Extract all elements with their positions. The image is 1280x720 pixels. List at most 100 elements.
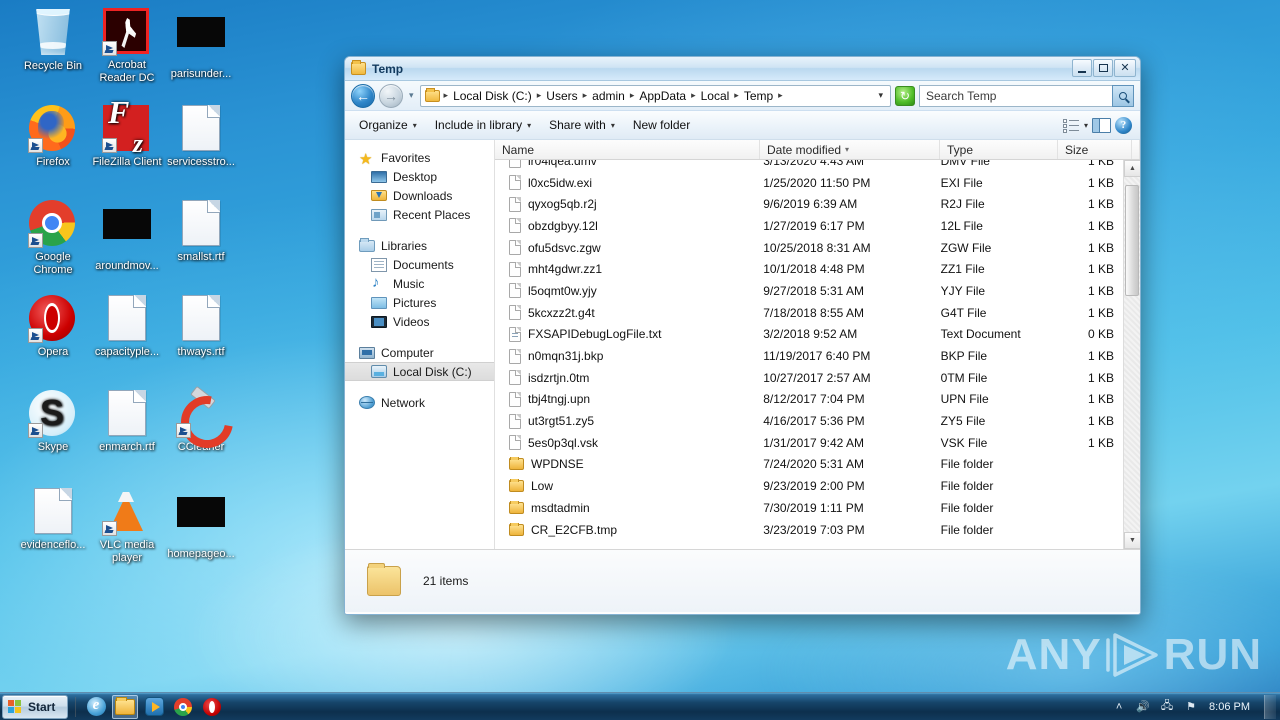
breadcrumb-item-0[interactable]: Local Disk (C:) [449,89,536,103]
desktop-icon-recycle-bin-icon[interactable]: Recycle Bin [16,8,90,73]
scroll-up-button[interactable]: ▲ [1124,160,1140,177]
search-icon[interactable] [1112,84,1134,107]
taskbar-item-google-chrome[interactable] [170,695,196,719]
desktop-icon-rtf-document-icon[interactable]: evidenceflo... [16,488,90,552]
file-row[interactable]: msdtadmin 7/30/2019 1:11 PM File folder [495,497,1123,519]
desktop-icon-rtf-document-icon[interactable]: smallst.rtf [164,200,238,264]
nav-group-favorites[interactable]: Favorites [345,148,494,168]
desktop-icon-black-thumbnail-icon[interactable]: parisunder... [164,8,238,81]
file-row[interactable]: CR_E2CFB.tmp 3/23/2019 7:03 PM File folder [495,519,1123,541]
show-desktop-button[interactable] [1264,694,1276,719]
desktop-icon-rtf-document-icon[interactable]: thways.rtf [164,295,238,359]
breadcrumb[interactable]: ▸ Local Disk (C:) ▸ Users ▸ admin ▸ AppD… [419,84,891,107]
breadcrumb-item-1[interactable]: Users [542,89,581,103]
organize-button[interactable]: Organize ▾ [351,114,425,136]
desktop-icon-rtf-document-icon[interactable]: capacityple... [90,295,164,359]
breadcrumb-item-2[interactable]: admin [588,89,629,103]
file-row[interactable]: obzdgbyy.12l 1/27/2019 6:17 PM 12L File 1 K… [495,215,1123,237]
desktop-icon-grid: Recycle Bin Acrobat Reader DC parisunder..… [0,0,240,690]
nav-group-computer[interactable]: Computer [345,343,494,362]
breadcrumb-item-4[interactable]: Local [697,89,734,103]
help-icon[interactable]: ? [1115,116,1132,134]
desktop-icon-black-thumbnail-icon[interactable]: homepageo... [164,488,238,561]
desktop-icon-acrobat-reader-icon[interactable]: Acrobat Reader DC [90,8,164,84]
desktop-icon-opera-icon[interactable]: Opera [16,295,90,359]
file-row[interactable]: WPDNSE 7/24/2020 5:31 AM File folder [495,454,1123,476]
close-button[interactable]: ✕ [1114,59,1136,77]
desktop-icon-firefox-icon[interactable]: Firefox [16,105,90,169]
nav-item-documents[interactable]: Documents [345,255,494,274]
view-chevron-down-icon[interactable]: ▾ [1084,121,1088,130]
desktop-icon-vlc-media-player-icon[interactable]: VLC media player [90,488,164,564]
nav-item-videos[interactable]: Videos [345,312,494,331]
breadcrumb-item-5[interactable]: Temp [740,89,777,103]
nav-item-pictures[interactable]: Pictures [345,293,494,312]
maximize-button[interactable] [1093,59,1113,77]
explorer-window[interactable]: Temp ✕ ← → ▾ ▸ Local Disk (C:) ▸ Users ▸… [344,56,1141,615]
preview-pane-icon[interactable] [1092,117,1111,133]
forward-button[interactable]: → [379,83,403,108]
file-row[interactable]: FXSAPIDebugLogFile.txt 3/2/2018 9:52 AM Te… [495,324,1123,346]
nav-item-desktop[interactable]: Desktop [345,167,494,186]
column-header-size[interactable]: Size [1058,140,1132,159]
taskbar-item-opera[interactable] [199,695,225,719]
desktop-icon-rtf-document-icon[interactable]: servicesstro... [164,105,238,169]
window-titlebar[interactable]: Temp ✕ [345,57,1140,81]
action-center-flag-icon[interactable]: ⚑ [1183,699,1199,715]
desktop-icon-ccleaner-icon[interactable]: CCleaner [164,390,238,454]
nav-group-libraries[interactable]: Libraries [345,236,494,255]
file-row[interactable]: n0mqn31j.bkp 11/19/2017 6:40 PM BKP File 1 … [495,345,1123,367]
include-in-library-button[interactable]: Include in library ▾ [427,114,539,136]
clock[interactable]: 8:06 PM [1207,701,1252,713]
volume-icon[interactable]: 🔊 [1135,699,1151,715]
network-icon[interactable]: 🖧 [1159,699,1175,715]
desktop-icon-skype-icon[interactable]: Skype [16,390,90,454]
desktop-icon-black-thumbnail-icon[interactable]: aroundmov... [90,200,164,273]
desktop-icon-google-chrome-icon[interactable]: Google Chrome [16,200,90,276]
nav-group-network[interactable]: Network [345,393,494,412]
show-hidden-icons-button[interactable]: ˄ [1111,699,1127,715]
refresh-button[interactable]: ↻ [895,85,915,106]
file-row[interactable]: ofu5dsvc.zgw 10/25/2018 8:31 AM ZGW File 1 … [495,237,1123,259]
rtf-document-icon [177,200,225,248]
minimize-button[interactable] [1072,59,1092,77]
breadcrumb-separator[interactable]: ▸ [777,90,784,101]
file-row[interactable]: mht4gdwr.zz1 10/1/2018 4:48 PM ZZ1 File 1 K… [495,258,1123,280]
taskbar-item-internet-explorer[interactable] [83,695,109,719]
breadcrumb-dropdown-icon[interactable]: ▾ [878,90,886,101]
breadcrumb-item-3[interactable]: AppData [635,89,690,103]
file-row[interactable]: qyxog5qb.r2j 9/6/2019 6:39 AM R2J File 1 KB [495,193,1123,215]
back-button[interactable]: ← [351,83,375,108]
file-row[interactable]: ut3rgt51.zy5 4/16/2017 5:36 PM ZY5 File 1 K… [495,410,1123,432]
file-row[interactable]: 5es0p3ql.vsk 1/31/2017 9:42 AM VSK File 1 K… [495,432,1123,454]
column-header-date-modified[interactable]: Date modified ▾ [760,140,940,159]
taskbar-item-windows-media-player[interactable] [141,695,167,719]
vertical-scrollbar[interactable]: ▲ ▼ [1123,160,1140,549]
taskbar-item-windows-explorer[interactable] [112,694,138,719]
scrollbar-thumb[interactable] [1125,185,1139,296]
file-row[interactable]: Low 9/23/2019 2:00 PM File folder [495,475,1123,497]
column-header-name[interactable]: Name [495,140,760,159]
nav-item-local-disk-c[interactable]: Local Disk (C:) [345,362,494,381]
nav-item-recent-places[interactable]: Recent Places [345,205,494,224]
file-name-label: WPDNSE [531,457,584,472]
share-with-button[interactable]: Share with ▾ [541,114,623,136]
file-row[interactable]: l0xc5idw.exi 1/25/2020 11:50 PM EXI File 1 … [495,172,1123,194]
nav-item-music[interactable]: Music [345,274,494,293]
file-row[interactable]: isdzrtjn.0tm 10/27/2017 2:57 AM 0TM File 1 … [495,367,1123,389]
nav-item-downloads[interactable]: Downloads [345,186,494,205]
generic-file-icon [509,391,521,407]
start-button[interactable]: Start [2,694,68,719]
file-row[interactable]: l5oqmt0w.yjy 9/27/2018 5:31 AM YJY File 1 K… [495,280,1123,302]
file-row[interactable]: 5kcxzz2t.g4t 7/18/2018 8:55 AM G4T File 1 K… [495,302,1123,324]
scroll-down-button[interactable]: ▼ [1124,532,1140,549]
change-view-icon[interactable] [1062,118,1080,133]
file-row[interactable]: tbj4tngj.upn 8/12/2017 7:04 PM UPN File 1 K… [495,389,1123,411]
file-row[interactable]: ir04lqea.dmv 3/13/2020 4:43 AM DMV File 1 K… [495,160,1123,172]
desktop-icon-rtf-document-icon[interactable]: enmarch.rtf [90,390,164,454]
history-dropdown-icon[interactable]: ▾ [407,90,416,101]
new-folder-button[interactable]: New folder [625,114,698,136]
column-header-type[interactable]: Type [940,140,1058,159]
desktop-icon-filezilla-icon[interactable]: FileZilla Client [90,105,164,169]
search-input[interactable]: Search Temp [919,84,1134,107]
